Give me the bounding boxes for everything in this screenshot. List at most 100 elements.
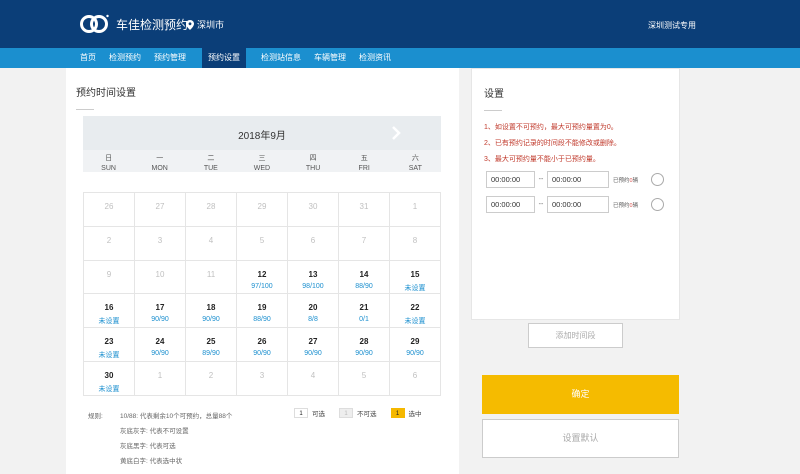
day-number: 28 <box>206 202 216 211</box>
calendar-day: 4 <box>186 226 237 261</box>
slot-select-radio[interactable] <box>651 173 664 186</box>
day-availability: 未设置 <box>98 352 120 360</box>
set-default-button[interactable]: 设置默认 <box>482 419 679 458</box>
weekday-header: 日 SUN 一 MON 二 TUE 三 WED 四 THU 五 FRI 六 SAT <box>83 150 441 172</box>
weekday-cn: 二 <box>207 155 215 162</box>
weekday-fri: 五 FRI <box>339 150 390 172</box>
calendar-day[interactable]: 17 90/90 <box>135 294 186 329</box>
day-availability: 90/90 <box>151 316 169 324</box>
calendar-day[interactable]: 13 98/100 <box>288 260 339 295</box>
calendar-day: 3 <box>135 226 186 261</box>
nav-booking-settings[interactable]: 预约设置 <box>202 48 246 68</box>
calendar-day: 1 <box>135 361 186 396</box>
calendar-day[interactable]: 25 89/90 <box>186 328 237 362</box>
calendar-day: 27 <box>135 193 186 227</box>
calendar-day: 8 <box>390 226 441 261</box>
booked-prefix: 已预约 <box>613 177 630 184</box>
weekday-cn: 四 <box>309 155 317 162</box>
calendar-day: 7 <box>339 226 390 261</box>
day-availability: 90/90 <box>304 350 322 358</box>
slot-start-time-input[interactable]: 00:00:00 <box>486 171 535 188</box>
confirm-button[interactable]: 确定 <box>482 375 679 414</box>
day-availability: 98/100 <box>302 282 324 290</box>
slot-end-time-input[interactable]: 00:00:00 <box>547 196 609 213</box>
main-nav: 首页 检测预约 预约管理 预约设置 检测站信息 车辆管理 检测资讯 <box>0 48 800 68</box>
weekday-en: FRI <box>358 165 370 172</box>
calendar-day[interactable]: 24 90/90 <box>135 328 186 362</box>
top-header: 车佳检测预约 深圳市 深圳测试专用 <box>0 0 800 48</box>
weekday-thu: 四 THU <box>288 150 339 172</box>
legend-chips: 1 可选 1 不可选 1 选中 <box>294 408 436 418</box>
title-divider <box>76 109 94 110</box>
calendar-day[interactable]: 18 90/90 <box>186 294 237 329</box>
day-number: 7 <box>361 235 367 245</box>
weekday-cn: 五 <box>360 155 368 162</box>
weekday-en: SUN <box>101 165 116 172</box>
slot-select-radio[interactable] <box>651 198 664 211</box>
calendar-day[interactable]: 16 未设置 <box>84 294 135 329</box>
day-number: 21 <box>359 303 369 313</box>
day-availability: 88/90 <box>355 282 373 290</box>
calendar-day[interactable]: 15 未设置 <box>390 260 441 295</box>
slot-end-time-input[interactable]: 00:00:00 <box>547 171 609 188</box>
calendar-day[interactable]: 27 90/90 <box>288 328 339 362</box>
day-availability: 0/1 <box>359 316 369 324</box>
note-line: 1、如设置不可预约，最大可预约量置为0。 <box>484 124 618 131</box>
note-line: 2、已有预约记录的时间段不能修改或删除。 <box>484 140 621 147</box>
nav-home[interactable]: 首页 <box>76 48 100 68</box>
calendar-day: 10 <box>135 260 186 295</box>
legend-text-unavailable: 不可选 <box>357 411 377 418</box>
note-line: 3、最大可预约量不能小于已预约量。 <box>484 156 600 163</box>
slot-start-time-input[interactable]: 00:00:00 <box>486 196 535 213</box>
calendar-day: 6 <box>288 226 339 261</box>
nav-station-info[interactable]: 检测站信息 <box>257 48 305 68</box>
calendar-day[interactable]: 22 未设置 <box>390 294 441 329</box>
location-pin-icon <box>186 19 194 30</box>
calendar-day[interactable]: 29 90/90 <box>390 328 441 362</box>
calendar-day[interactable]: 12 97/100 <box>237 260 288 295</box>
calendar-day[interactable]: 23 未设置 <box>84 328 135 362</box>
day-number: 28 <box>359 337 369 347</box>
weekday-tue: 二 TUE <box>185 150 236 172</box>
account-name[interactable]: 深圳测试专用 <box>648 20 696 31</box>
booked-prefix: 已预约 <box>613 202 630 209</box>
nav-inspection-news[interactable]: 检测资讯 <box>355 48 395 68</box>
settings-divider <box>484 110 502 111</box>
day-number: 11 <box>206 269 216 279</box>
city-selector[interactable]: 深圳市 <box>186 18 224 31</box>
calendar-day[interactable]: 14 88/90 <box>339 260 390 295</box>
legend-chip-available: 1 <box>294 408 308 418</box>
calendar-day: 1 <box>390 193 441 227</box>
settings-notes: 1、如设置不可预约，最大可预约量置为0。 2、已有预约记录的时间段不能修改或删除… <box>484 121 621 169</box>
calendar-day[interactable]: 26 90/90 <box>237 328 288 362</box>
day-number: 12 <box>257 269 267 279</box>
day-number: 15 <box>410 269 420 279</box>
slot-separator: -- <box>538 201 544 208</box>
calendar-day[interactable]: 30 未设置 <box>84 361 135 396</box>
weekday-en: WED <box>253 165 271 172</box>
nav-inspection-booking[interactable]: 检测预约 <box>105 48 145 68</box>
day-availability: 97/100 <box>251 282 273 290</box>
calendar-day: 6 <box>390 361 441 396</box>
day-availability: 未设置 <box>404 318 426 326</box>
brand-logo-icon <box>80 14 109 33</box>
calendar-day[interactable]: 20 8/8 <box>288 294 339 329</box>
rule-lines: 10/88: 代表剩余10个可预约，总量88个 灰底灰字: 代表不可设置 灰底黑… <box>120 410 232 470</box>
day-number: 6 <box>310 235 316 245</box>
calendar-day[interactable]: 19 88/90 <box>237 294 288 329</box>
day-number: 29 <box>257 202 267 211</box>
day-number: 4 <box>310 370 316 380</box>
city-name: 深圳市 <box>197 20 225 30</box>
day-number: 3 <box>157 235 163 245</box>
add-time-slot-button[interactable]: 添加时间段 <box>528 323 623 348</box>
calendar-day[interactable]: 21 0/1 <box>339 294 390 329</box>
calendar-day[interactable]: 28 90/90 <box>339 328 390 362</box>
chevron-right-icon[interactable] <box>389 125 403 141</box>
day-number: 22 <box>410 303 420 313</box>
nav-booking-management[interactable]: 预约管理 <box>150 48 190 68</box>
day-number: 26 <box>104 202 114 211</box>
calendar-day: 26 <box>84 193 135 227</box>
day-number: 5 <box>259 235 265 245</box>
calendar-day: 11 <box>186 260 237 295</box>
nav-vehicle-management[interactable]: 车辆管理 <box>310 48 350 68</box>
